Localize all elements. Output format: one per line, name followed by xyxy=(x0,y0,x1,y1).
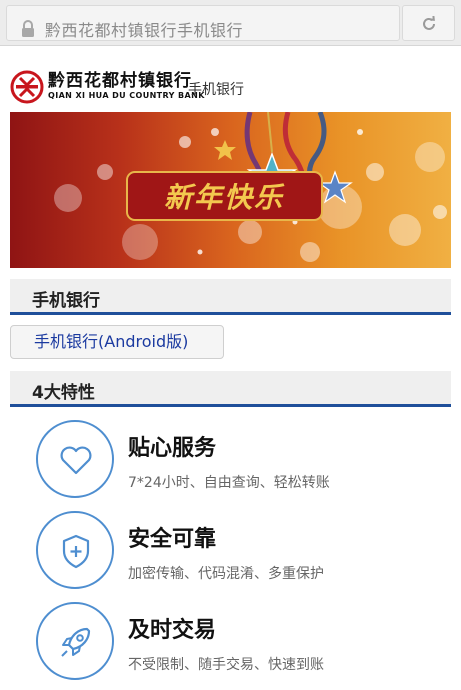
new-year-banner: 新年快乐 xyxy=(10,112,451,268)
feature-title: 贴心服务 xyxy=(128,436,217,461)
reload-button[interactable] xyxy=(402,5,455,41)
feature-item: 安全可靠 加密传输、代码混淆、多重保护 xyxy=(36,511,436,591)
feature-desc: 7*24小时、自由查询、轻松转账 xyxy=(128,475,330,491)
lock-icon xyxy=(21,20,35,38)
reload-icon xyxy=(423,16,435,30)
feature-desc: 不受限制、随手交易、快速到账 xyxy=(128,657,324,673)
bank-name-cn: 黔西花都村镇银行 xyxy=(48,71,192,91)
bank-header: 黔西花都村镇银行 QIAN XI HUA DU COUNTRY BANK 手机银… xyxy=(10,66,370,108)
banner-greeting: 新年快乐 xyxy=(164,181,285,214)
browser-url-bar: 黔西花都村镇银行手机银行 xyxy=(0,0,461,46)
heart-icon xyxy=(60,446,92,475)
rocket-icon xyxy=(61,627,91,657)
android-download-button[interactable]: 手机银行(Android版) xyxy=(10,325,224,359)
mobile-banking-heading: 手机银行 xyxy=(10,279,451,315)
feature-item: 贴心服务 7*24小时、自由查询、轻松转账 xyxy=(36,420,436,500)
bank-logo-icon xyxy=(10,70,44,104)
features-title: 4大特性 xyxy=(32,383,95,403)
feature-title: 及时交易 xyxy=(128,618,217,643)
header-subtitle: 手机银行 xyxy=(188,82,244,98)
feature-item: 及时交易 不受限制、随手交易、快速到账 xyxy=(36,602,436,682)
shield-icon xyxy=(62,534,90,569)
feature-icon-circle xyxy=(36,602,114,680)
address-field[interactable]: 黔西花都村镇银行手机银行 xyxy=(6,5,400,41)
address-text: 黔西花都村镇银行手机银行 xyxy=(45,21,244,40)
feature-title: 安全可靠 xyxy=(128,527,217,552)
features-heading: 4大特性 xyxy=(10,371,451,407)
mobile-banking-title: 手机银行 xyxy=(32,291,100,311)
bank-name-en: QIAN XI HUA DU COUNTRY BANK xyxy=(48,91,205,100)
feature-desc: 加密传输、代码混淆、多重保护 xyxy=(128,566,324,582)
feature-icon-circle xyxy=(36,511,114,589)
feature-icon-circle xyxy=(36,420,114,498)
